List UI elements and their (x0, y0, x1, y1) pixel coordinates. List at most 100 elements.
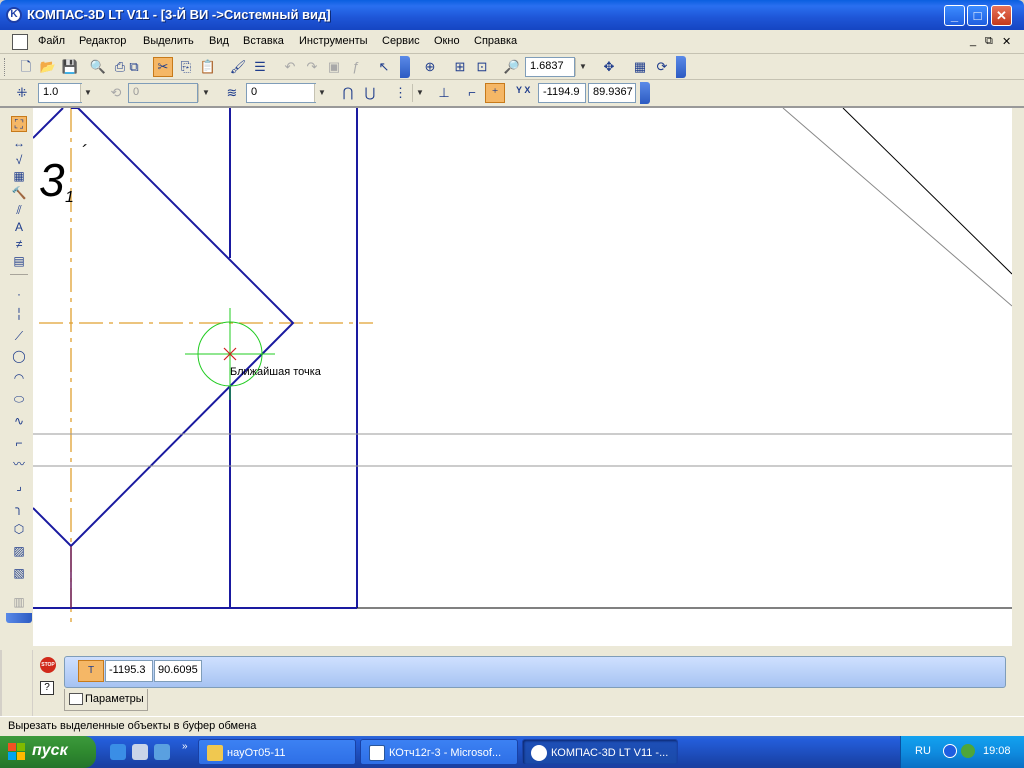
tray-app-icon[interactable] (961, 744, 975, 758)
toolbar-end-icon[interactable] (400, 56, 410, 78)
dimensions-icon[interactable]: ↔ (11, 135, 27, 151)
menu-window[interactable]: Окно (434, 35, 460, 47)
geometry-icon[interactable]: ⛶ (11, 116, 27, 132)
zoom-all-icon[interactable]: ⊡ (472, 57, 492, 77)
menu-view[interactable]: Вид (209, 35, 229, 47)
zoom-input[interactable]: 1.6837 (525, 57, 575, 77)
cut-icon[interactable]: ✂ (153, 57, 173, 77)
polyline-icon[interactable]: ⌐ (11, 435, 27, 451)
polygon-icon[interactable]: ⬡ (11, 521, 27, 537)
tray-arrow-icon[interactable] (943, 744, 957, 758)
menu-editor[interactable]: Редактор (79, 35, 126, 47)
point-icon[interactable]: · (11, 286, 27, 302)
quicklaunch-chevron[interactable]: » (182, 741, 188, 752)
language-indicator[interactable]: RU (915, 745, 931, 757)
associative-views-icon[interactable]: ≠ (11, 236, 27, 252)
toolbar-end-icon[interactable] (676, 56, 686, 78)
designations-icon[interactable]: √ (11, 152, 27, 168)
chamfer-icon[interactable]: ⌟ (11, 478, 27, 494)
stop-button[interactable]: STOP (40, 657, 56, 673)
editing-icon[interactable]: ▦ (11, 168, 27, 184)
zoom-in-icon[interactable]: 🔎 (502, 57, 522, 77)
layer-input[interactable]: 0 (246, 83, 316, 103)
task-word[interactable]: КОтч12г-3 - Microsof... (360, 739, 518, 765)
document-icon[interactable] (12, 34, 28, 50)
cursor-x-field[interactable]: -1194.9 (538, 83, 586, 103)
ortho-icon[interactable]: ⌐ (462, 83, 482, 103)
collect-contour-icon[interactable]: ▥ (11, 594, 27, 610)
menu-insert[interactable]: Вставка (243, 35, 284, 47)
parameters-tab[interactable]: Параметры (64, 689, 148, 711)
help-button[interactable]: ? (40, 681, 54, 695)
layer-icon[interactable]: ≋ (222, 83, 242, 103)
vertical-scrollbar[interactable] (1012, 108, 1024, 646)
menu-file[interactable]: Файл (38, 35, 65, 47)
toolbar-grip[interactable] (4, 58, 7, 76)
point-coordinates-icon[interactable]: T (78, 660, 104, 682)
refresh-icon[interactable]: ⟳ (652, 57, 672, 77)
drawing-canvas[interactable]: 3 1 ´ Ближайшая точка (33, 108, 1012, 646)
maximize-button[interactable]: □ (967, 5, 988, 26)
zoom-dropdown-icon[interactable]: ▼ (575, 58, 590, 76)
grid-dropdown-icon[interactable]: ▼ (412, 84, 427, 102)
arc-icon[interactable]: ◠ (11, 370, 27, 386)
help-pointer-icon[interactable]: ↖ (374, 57, 394, 77)
layer-dropdown-icon[interactable]: ▼ (314, 84, 329, 102)
redo-icon[interactable]: ↷ (302, 57, 322, 77)
step-input[interactable]: 1.0 (38, 83, 82, 103)
menu-help[interactable]: Справка (474, 35, 517, 47)
kompas-app-icon[interactable]: K (6, 7, 22, 23)
mdi-restore-icon[interactable]: ⧉ (985, 35, 993, 48)
bezier-icon[interactable]: 〰 (11, 456, 27, 472)
zoom-window-icon[interactable]: ⊕ (420, 57, 440, 77)
point-y-field[interactable]: 90.6095 (154, 660, 202, 682)
local-snap-icon[interactable]: ⋂ (338, 83, 358, 103)
quicklaunch-doc-icon[interactable] (132, 744, 148, 760)
fillet-icon[interactable]: ╮ (11, 500, 27, 516)
toolbar-end-icon[interactable] (6, 613, 32, 623)
new-document-icon[interactable]: 🗋 (16, 57, 36, 77)
angle-input[interactable]: 0 (128, 83, 198, 103)
segment-icon[interactable]: ⟋ (11, 328, 27, 344)
mdi-close-icon[interactable]: ✕ (1002, 35, 1011, 48)
properties-icon[interactable]: ☰ (250, 57, 270, 77)
task-folder[interactable]: науОт05-11 (198, 739, 356, 765)
menu-tools[interactable]: Инструменты (299, 35, 368, 47)
global-snap-icon[interactable]: ⋃ (360, 83, 380, 103)
save-icon[interactable]: 💾 (60, 57, 80, 77)
zoom-fit-icon[interactable]: ⊞ (450, 57, 470, 77)
parametrization-icon[interactable]: 🔨 (11, 185, 27, 201)
angle-step-icon[interactable]: ⟲ (106, 83, 126, 103)
redraw-icon[interactable]: ▦ (630, 57, 650, 77)
open-icon[interactable]: 📂 (38, 57, 58, 77)
circle-icon[interactable]: ◯ (11, 348, 27, 364)
variables-icon[interactable]: ƒ (346, 57, 366, 77)
start-button[interactable]: пуск (0, 736, 96, 768)
point-x-field[interactable]: -1195.3 (105, 660, 153, 682)
auxiliary-line-icon[interactable]: ╎ (11, 306, 27, 322)
cursor-step-icon[interactable]: ⁜ (12, 83, 32, 103)
close-button[interactable]: ✕ (991, 5, 1012, 26)
menu-select[interactable]: Выделить (143, 35, 194, 47)
selection-icon[interactable]: A (11, 219, 27, 235)
local-cs-icon[interactable]: ⊥ (434, 83, 454, 103)
continuous-input-icon[interactable]: ∿ (11, 413, 27, 429)
undo-icon[interactable]: ↶ (280, 57, 300, 77)
step-dropdown-icon[interactable]: ▼ (80, 84, 95, 102)
format-painter-icon[interactable]: 🖌 (228, 57, 248, 77)
macro-icon[interactable]: ▧ (11, 565, 27, 581)
manager-icon[interactable]: ▣ (324, 57, 344, 77)
angle-dropdown-icon[interactable]: ▼ (198, 84, 213, 102)
media-icon[interactable] (154, 744, 170, 760)
task-kompas[interactable]: КОМПАС-3D LT V11 -... (522, 739, 678, 765)
copy-icon[interactable]: ⎘ (176, 57, 196, 77)
mdi-minimize-icon[interactable]: _ (970, 35, 976, 47)
toolbar-end-icon[interactable] (640, 82, 650, 104)
pan-icon[interactable]: ✥ (599, 57, 619, 77)
grid-icon[interactable]: ⋮⋮ (394, 83, 420, 103)
paste-icon[interactable]: 📋 (198, 57, 218, 77)
measurements-icon[interactable]: ⫽ (11, 202, 27, 218)
menu-service[interactable]: Сервис (382, 35, 420, 47)
print-preview-icon[interactable]: 🔍 (88, 57, 108, 77)
ie-icon[interactable] (110, 744, 126, 760)
